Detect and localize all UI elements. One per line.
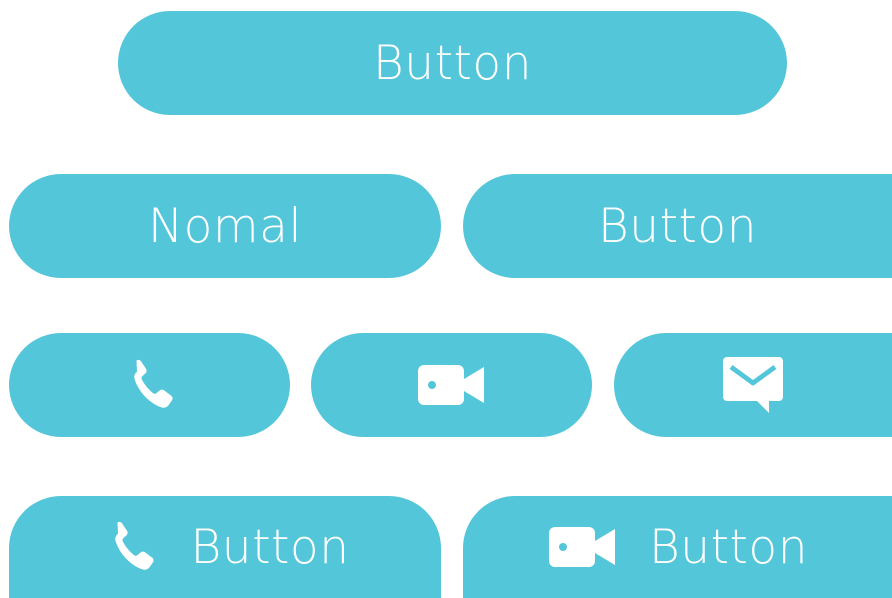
message-button[interactable] (614, 333, 892, 437)
video-button[interactable]: Button (463, 496, 892, 598)
video-call-button[interactable] (311, 333, 592, 437)
video-camera-icon (547, 523, 619, 571)
button-label: Button (190, 519, 350, 575)
normal-button[interactable]: Nomal (9, 174, 441, 278)
phone-button[interactable] (9, 333, 290, 437)
button-label: Button (373, 35, 532, 91)
phone-icon (120, 355, 180, 415)
call-button[interactable]: Button (9, 496, 441, 598)
button-secondary[interactable]: Button (463, 174, 892, 278)
message-icon (721, 355, 785, 415)
button-label: Button (649, 519, 808, 575)
button-label: Nomal (147, 198, 303, 254)
phone-icon (101, 517, 161, 577)
button-label: Button (598, 198, 757, 254)
video-camera-icon (416, 361, 488, 409)
button-primary[interactable]: Button (118, 11, 787, 115)
